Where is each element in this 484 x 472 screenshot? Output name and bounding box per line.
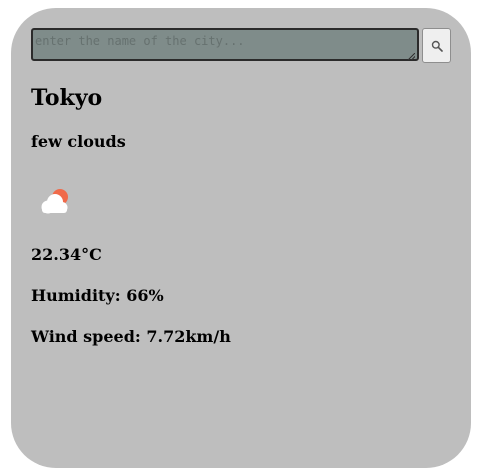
search-button[interactable] (422, 28, 451, 63)
search-bar (31, 28, 451, 63)
few-clouds-icon (41, 189, 68, 214)
humidity-value: Humidity: 66% (31, 286, 164, 305)
temperature-value: 22.34°C (31, 245, 102, 264)
city-name: Tokyo (31, 85, 103, 111)
weather-card: Tokyo few clouds 22.34°C Humidity: 66% W… (11, 8, 471, 468)
weather-description: few clouds (31, 132, 126, 151)
search-icon (431, 40, 443, 52)
wind-speed-value: Wind speed: 7.72km/h (31, 327, 231, 346)
resize-handle-icon[interactable] (408, 53, 415, 60)
city-search-input[interactable] (31, 28, 419, 61)
